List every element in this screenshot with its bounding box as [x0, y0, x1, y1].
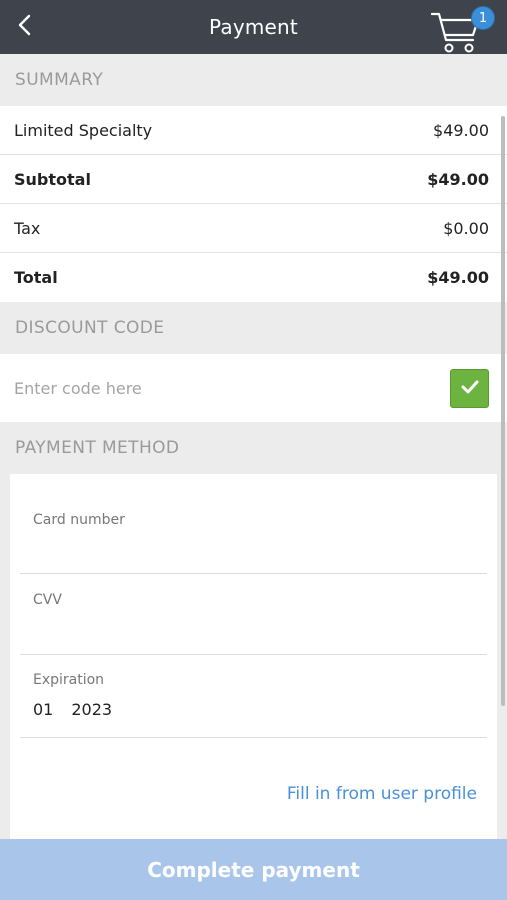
card-number-field[interactable]: Card number: [20, 474, 487, 574]
summary-row-value: $49.00: [433, 120, 489, 140]
subtotal-label: Subtotal: [14, 169, 91, 189]
summary-row: Limited Specialty $49.00: [0, 106, 507, 155]
top-bar: Payment 1: [0, 0, 507, 54]
tax-label: Tax: [14, 218, 41, 238]
expiration-value: 01 2023: [33, 700, 112, 719]
payment-method-heading: PAYMENT METHOD: [0, 422, 507, 474]
cvv-label: CVV: [33, 592, 62, 608]
complete-payment-button[interactable]: Complete payment: [0, 839, 507, 900]
cvv-field[interactable]: CVV: [20, 574, 487, 655]
summary-list: Limited Specialty $49.00 Subtotal $49.00…: [0, 106, 507, 302]
subtotal-value: $49.00: [427, 169, 489, 189]
subtotal-row: Subtotal $49.00: [0, 155, 507, 204]
scrollbar[interactable]: [501, 116, 505, 706]
apply-discount-button[interactable]: [450, 368, 489, 408]
cart-button[interactable]: 1: [431, 6, 495, 54]
fill-from-profile-link[interactable]: Fill in from user profile: [287, 784, 477, 804]
summary-row-label: Limited Specialty: [14, 120, 153, 140]
tax-row: Tax $0.00: [0, 204, 507, 253]
cart-count-badge: 1: [471, 6, 495, 30]
card-number-label: Card number: [33, 512, 125, 528]
expiration-month[interactable]: 01: [33, 700, 53, 719]
total-label: Total: [14, 268, 58, 287]
payment-method-card: Card number CVV Expiration 01 2023 Fill i…: [10, 474, 497, 839]
total-value: $49.00: [427, 268, 489, 287]
total-row: Total $49.00: [0, 253, 507, 302]
discount-code-input[interactable]: [14, 378, 394, 398]
checkmark-icon: [461, 379, 479, 398]
expiration-field[interactable]: Expiration 01 2023: [20, 655, 487, 738]
tax-value: $0.00: [443, 218, 489, 238]
expiration-label: Expiration: [33, 672, 105, 688]
discount-row: [0, 354, 507, 422]
discount-heading: DISCOUNT CODE: [0, 302, 507, 354]
payment-content[interactable]: SUMMARY Limited Specialty $49.00 Subtota…: [0, 54, 507, 839]
expiration-year[interactable]: 2023: [71, 700, 112, 719]
summary-heading: SUMMARY: [0, 54, 507, 106]
